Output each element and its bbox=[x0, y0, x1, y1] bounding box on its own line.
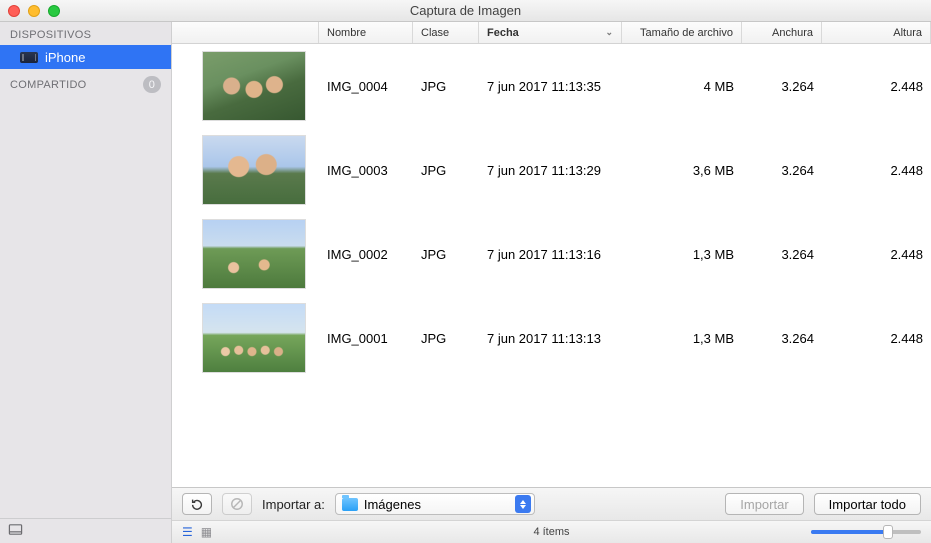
delete-button[interactable] bbox=[222, 493, 252, 515]
column-header-kind[interactable]: Clase bbox=[413, 22, 479, 43]
phone-icon bbox=[20, 52, 38, 63]
import-to-label: Importar a: bbox=[262, 497, 325, 512]
column-header-size[interactable]: Tamaño de archivo bbox=[622, 22, 742, 43]
slider-knob[interactable] bbox=[883, 525, 893, 539]
column-header-name[interactable]: Nombre bbox=[319, 22, 413, 43]
cell-width: 3.264 bbox=[742, 247, 822, 262]
cell-height: 2.448 bbox=[822, 247, 931, 262]
column-header-date[interactable]: Fecha ⌄ bbox=[479, 22, 622, 43]
cell-date: 7 jun 2017 11:13:35 bbox=[479, 79, 622, 94]
sidebar: DISPOSITIVOS iPhone COMPARTIDO 0 bbox=[0, 22, 172, 543]
cell-width: 3.264 bbox=[742, 163, 822, 178]
cell-name: IMG_0004 bbox=[319, 79, 413, 94]
sidebar-footer bbox=[0, 518, 171, 543]
cell-date: 7 jun 2017 11:13:13 bbox=[479, 331, 622, 346]
bottom-toolbar: Importar a: Imágenes Importar Importar t… bbox=[172, 487, 931, 520]
title-bar: Captura de Imagen bbox=[0, 0, 931, 22]
thumbnail-icon bbox=[202, 51, 306, 121]
import-destination-select[interactable]: Imágenes bbox=[335, 493, 535, 515]
rotate-button[interactable] bbox=[182, 493, 212, 515]
cell-size: 4 MB bbox=[622, 79, 742, 94]
thumbnail-icon bbox=[202, 135, 306, 205]
table-row[interactable]: IMG_0001 JPG 7 jun 2017 11:13:13 1,3 MB … bbox=[172, 296, 931, 380]
folder-icon bbox=[342, 498, 358, 511]
cell-size: 3,6 MB bbox=[622, 163, 742, 178]
sidebar-item-label: iPhone bbox=[45, 50, 85, 65]
column-header-width[interactable]: Anchura bbox=[742, 22, 822, 43]
cell-kind: JPG bbox=[413, 79, 479, 94]
cell-size: 1,3 MB bbox=[622, 331, 742, 346]
cell-kind: JPG bbox=[413, 331, 479, 346]
table-row[interactable]: IMG_0003 JPG 7 jun 2017 11:13:29 3,6 MB … bbox=[172, 128, 931, 212]
cell-name: IMG_0002 bbox=[319, 247, 413, 262]
thumbnail-icon bbox=[202, 219, 306, 289]
main-panel: Nombre Clase Fecha ⌄ Tamaño de archivo A… bbox=[172, 22, 931, 543]
thumbnail-icon bbox=[202, 303, 306, 373]
import-button[interactable]: Importar bbox=[725, 493, 803, 515]
sidebar-section-shared: COMPARTIDO 0 bbox=[0, 69, 171, 97]
cell-name: IMG_0001 bbox=[319, 331, 413, 346]
cell-height: 2.448 bbox=[822, 331, 931, 346]
status-bar: ☰ ▦ 4 ítems bbox=[172, 520, 931, 543]
sidebar-section-devices: DISPOSITIVOS bbox=[0, 22, 171, 45]
cell-height: 2.448 bbox=[822, 163, 931, 178]
sidebar-device-iphone[interactable]: iPhone bbox=[0, 45, 171, 69]
cell-date: 7 jun 2017 11:13:16 bbox=[479, 247, 622, 262]
column-header: Nombre Clase Fecha ⌄ Tamaño de archivo A… bbox=[172, 22, 931, 44]
cell-width: 3.264 bbox=[742, 331, 822, 346]
cell-date: 7 jun 2017 11:13:29 bbox=[479, 163, 622, 178]
select-arrows-icon bbox=[515, 495, 531, 513]
table-row[interactable]: IMG_0004 JPG 7 jun 2017 11:13:35 4 MB 3.… bbox=[172, 44, 931, 128]
window-title: Captura de Imagen bbox=[0, 3, 931, 18]
cell-name: IMG_0003 bbox=[319, 163, 413, 178]
import-all-button[interactable]: Importar todo bbox=[814, 493, 921, 515]
cell-width: 3.264 bbox=[742, 79, 822, 94]
shared-count-badge: 0 bbox=[143, 76, 161, 93]
table-row[interactable]: IMG_0002 JPG 7 jun 2017 11:13:16 1,3 MB … bbox=[172, 212, 931, 296]
folder-name: Imágenes bbox=[364, 497, 421, 512]
cell-size: 1,3 MB bbox=[622, 247, 742, 262]
thumbnail-size-slider[interactable] bbox=[811, 530, 921, 534]
cell-kind: JPG bbox=[413, 163, 479, 178]
cell-height: 2.448 bbox=[822, 79, 931, 94]
cell-kind: JPG bbox=[413, 247, 479, 262]
image-list: IMG_0004 JPG 7 jun 2017 11:13:35 4 MB 3.… bbox=[172, 44, 931, 487]
column-header-thumbnail[interactable] bbox=[172, 22, 319, 43]
column-header-height[interactable]: Altura bbox=[822, 22, 931, 43]
chevron-down-icon: ⌄ bbox=[605, 27, 613, 38]
show-toolbar-icon[interactable] bbox=[8, 522, 23, 540]
